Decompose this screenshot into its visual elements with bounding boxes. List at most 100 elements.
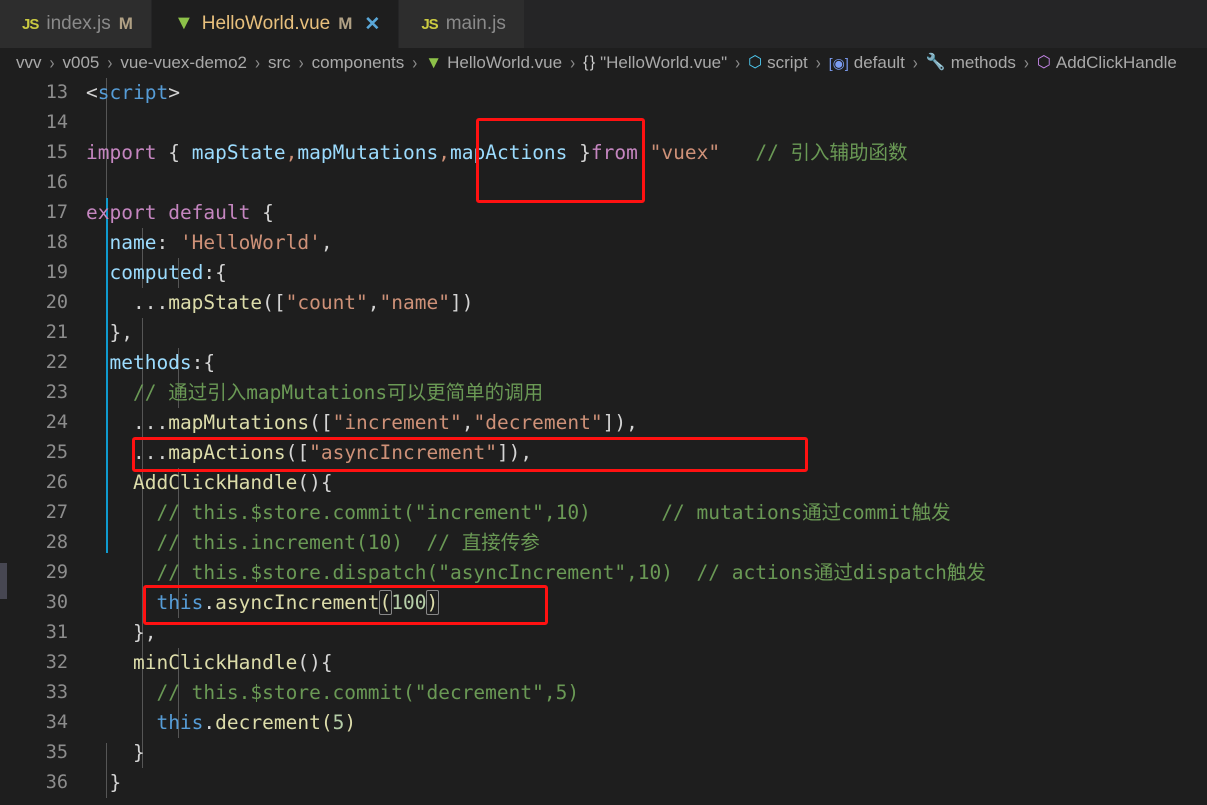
breadcrumb-separator-icon: › bbox=[912, 52, 918, 74]
line-number: 20 bbox=[45, 292, 68, 313]
line-number: 31 bbox=[45, 622, 68, 643]
token-brace: { bbox=[168, 141, 180, 164]
code-line[interactable]: 28 // this.increment(10) // 直接传参 bbox=[0, 528, 1207, 558]
token-punct: . bbox=[203, 711, 216, 734]
breadcrumb-item-vvv[interactable]: vvv bbox=[14, 53, 44, 73]
token-property: computed bbox=[109, 261, 204, 284]
tab-index-js[interactable]: JS index.js M bbox=[0, 0, 152, 48]
code-line[interactable]: 19 computed:{ bbox=[0, 258, 1207, 288]
breadcrumb: vvv › v005 › vue-vuex-demo2 › src › comp… bbox=[0, 48, 1207, 78]
line-content[interactable]: AddClickHandle(){ bbox=[86, 468, 1207, 498]
breadcrumb-item-src[interactable]: src bbox=[266, 53, 293, 73]
code-line[interactable]: 32 minClickHandle(){ bbox=[0, 648, 1207, 678]
code-line[interactable]: 27 // this.$store.commit("increment",10)… bbox=[0, 498, 1207, 528]
line-content[interactable]: import { mapState,mapMutations,mapAction… bbox=[86, 138, 1207, 168]
line-content[interactable]: name: 'HelloWorld', bbox=[86, 228, 1207, 258]
breadcrumb-separator-icon: › bbox=[735, 52, 741, 74]
code-line[interactable]: 30 this.asyncIncrement(100) bbox=[0, 588, 1207, 618]
code-line[interactable]: 24 ...mapMutations(["increment","decreme… bbox=[0, 408, 1207, 438]
close-icon[interactable]: ✕ bbox=[364, 13, 380, 36]
breadcrumb-label: vvv bbox=[16, 53, 42, 72]
breadcrumb-item-helloworld-vue[interactable]: ▼ HelloWorld.vue bbox=[423, 53, 564, 73]
line-number: 23 bbox=[45, 382, 68, 403]
line-content[interactable]: computed:{ bbox=[86, 258, 1207, 288]
code-line[interactable]: 21 }, bbox=[0, 318, 1207, 348]
line-content[interactable]: this.asyncIncrement(100) bbox=[86, 588, 1207, 618]
code-line[interactable]: 18 name: 'HelloWorld', bbox=[0, 228, 1207, 258]
line-number: 29 bbox=[45, 562, 68, 583]
line-content[interactable]: methods:{ bbox=[86, 348, 1207, 378]
token-function: AddClickHandle bbox=[132, 471, 298, 494]
breadcrumb-item-v005[interactable]: v005 bbox=[61, 53, 102, 73]
line-number: 25 bbox=[45, 442, 68, 463]
line-content[interactable]: // this.$store.dispatch("asyncIncrement"… bbox=[86, 558, 1207, 588]
code-line[interactable]: 25 ...mapActions(["asyncIncrement"]), bbox=[0, 438, 1207, 468]
line-number: 17 bbox=[45, 202, 68, 223]
token-string: 'HelloWorld' bbox=[179, 231, 321, 254]
token-this: this bbox=[156, 591, 204, 614]
token-punct: }, bbox=[109, 321, 133, 344]
line-content[interactable]: // 通过引入mapMutations可以更简单的调用 bbox=[86, 378, 1207, 408]
code-line[interactable]: 15 import { mapState,mapMutations,mapAct… bbox=[0, 138, 1207, 168]
code-line[interactable]: 26 AddClickHandle(){ bbox=[0, 468, 1207, 498]
line-content[interactable]: ...mapActions(["asyncIncrement"]), bbox=[86, 438, 1207, 468]
code-line[interactable]: 22 methods:{ bbox=[0, 348, 1207, 378]
code-line[interactable]: 31 }, bbox=[0, 618, 1207, 648]
code-content[interactable]: 13 <script> 14 15 import { mapState,mapM… bbox=[0, 78, 1207, 798]
token-function: mapState bbox=[168, 291, 263, 314]
breadcrumb-item-vue-vuex-demo2[interactable]: vue-vuex-demo2 bbox=[118, 53, 249, 73]
breadcrumb-item-file-symbol[interactable]: { } "HelloWorld.vue" bbox=[581, 53, 729, 73]
breadcrumb-item-methods[interactable]: 🔧 methods bbox=[924, 53, 1018, 73]
line-content[interactable]: this.decrement(5) bbox=[86, 708, 1207, 738]
token-comma: , bbox=[438, 141, 451, 164]
code-editor[interactable]: 13 <script> 14 15 import { mapState,mapM… bbox=[0, 78, 1207, 805]
breadcrumb-label: AddClickHandle bbox=[1055, 53, 1177, 72]
line-content[interactable]: // this.increment(10) // 直接传参 bbox=[86, 528, 1207, 558]
token-property: name bbox=[109, 231, 157, 254]
line-content[interactable]: ...mapMutations(["increment","decrement"… bbox=[86, 408, 1207, 438]
code-line[interactable]: 23 // 通过引入mapMutations可以更简单的调用 bbox=[0, 378, 1207, 408]
line-number: 33 bbox=[45, 682, 68, 703]
line-number: 13 bbox=[45, 82, 68, 103]
code-line[interactable]: 36 } bbox=[0, 768, 1207, 798]
code-line[interactable]: 34 this.decrement(5) bbox=[0, 708, 1207, 738]
line-content[interactable]: ...mapState(["count","name"]) bbox=[86, 288, 1207, 318]
line-content[interactable]: } bbox=[86, 768, 1207, 798]
token-function: minClickHandle bbox=[132, 651, 298, 674]
token-keyword: from bbox=[590, 141, 638, 164]
line-content[interactable]: }, bbox=[86, 618, 1207, 648]
breadcrumb-separator-icon: › bbox=[1023, 52, 1029, 74]
line-content[interactable]: }, bbox=[86, 318, 1207, 348]
line-content[interactable]: // this.$store.commit("decrement",5) bbox=[86, 678, 1207, 708]
token-punct: ( bbox=[320, 711, 333, 734]
tab-helloworld-vue[interactable]: ▼ HelloWorld.vue M ✕ bbox=[151, 0, 400, 48]
code-line[interactable]: 35 } bbox=[0, 738, 1207, 768]
breadcrumb-item-script[interactable]: ⬡ script bbox=[746, 53, 810, 73]
line-number: 14 bbox=[45, 112, 68, 133]
code-line[interactable]: 33 // this.$store.commit("decrement",5) bbox=[0, 678, 1207, 708]
code-line[interactable]: 20 ...mapState(["count","name"]) bbox=[0, 288, 1207, 318]
editor-vertical-scrollbar-thumb[interactable] bbox=[0, 563, 7, 599]
line-content[interactable]: // this.$store.commit("increment",10) //… bbox=[86, 498, 1207, 528]
breadcrumb-item-default[interactable]: [◉] default bbox=[827, 53, 907, 73]
breadcrumb-item-addclickhandle[interactable]: ⬡ AddClickHandle bbox=[1035, 53, 1179, 73]
token-string: "vuex" bbox=[649, 141, 721, 164]
module-symbol-icon: ⬡ bbox=[748, 54, 763, 71]
code-line[interactable]: 13 <script> bbox=[0, 78, 1207, 108]
line-content[interactable]: export default { bbox=[86, 198, 1207, 228]
tab-main-js[interactable]: JS main.js bbox=[399, 0, 525, 48]
line-content[interactable]: } bbox=[86, 738, 1207, 768]
breadcrumb-separator-icon: › bbox=[255, 52, 260, 74]
line-content[interactable]: minClickHandle(){ bbox=[86, 648, 1207, 678]
code-line[interactable]: 17 export default { bbox=[0, 198, 1207, 228]
token-comment: // this.$store.commit("increment",10) bbox=[156, 501, 591, 524]
code-line[interactable]: 14 bbox=[0, 108, 1207, 138]
breadcrumb-item-components[interactable]: components bbox=[310, 53, 407, 73]
code-line[interactable]: 29 // this.$store.dispatch("asyncIncreme… bbox=[0, 558, 1207, 588]
line-number: 19 bbox=[45, 262, 68, 283]
line-number: 36 bbox=[45, 772, 68, 793]
line-content[interactable]: <script> bbox=[86, 78, 1207, 108]
token-string: "increment" bbox=[332, 411, 462, 434]
variable-symbol-icon: [◉] bbox=[828, 55, 849, 71]
code-line[interactable]: 16 bbox=[0, 168, 1207, 198]
